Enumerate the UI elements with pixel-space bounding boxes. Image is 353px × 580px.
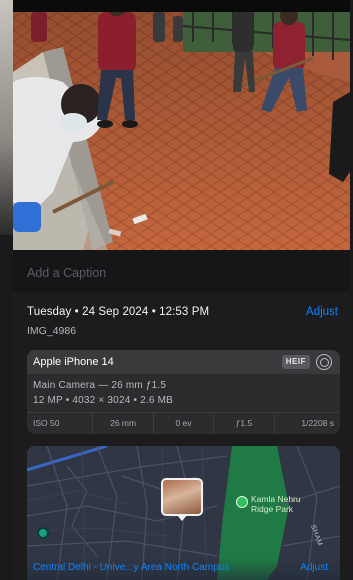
camera-lens-info: Main Camera — 26 mm ƒ1.5 [33, 380, 167, 391]
exif-aperture: ƒ1.5 [213, 413, 273, 434]
photo-location-thumbnail[interactable] [161, 478, 203, 521]
adjust-date-button[interactable]: Adjust [306, 306, 338, 318]
format-badge: HEIF [281, 355, 310, 369]
caption-input[interactable] [27, 264, 327, 282]
adjust-location-button[interactable]: Adjust [300, 562, 328, 573]
park-pin-icon [236, 496, 248, 508]
exif-exposure-bias: 0 ev [152, 413, 213, 434]
exif-iso: ISO 50 [33, 418, 60, 428]
location-pin-icon [37, 527, 49, 539]
previous-photo-edge[interactable] [0, 0, 13, 580]
exif-row: ISO 50 26 mm 0 ev ƒ1.5 1/2208 s [27, 412, 340, 434]
device-header: Apple iPhone 14 HEIF [27, 350, 340, 374]
device-name: Apple iPhone 14 [33, 356, 114, 368]
photo-info-panel: Tuesday • 24 Sep 2024 • 12:53 PM Adjust … [13, 294, 350, 580]
file-name: IMG_4986 [27, 325, 77, 337]
device-info-card: Apple iPhone 14 HEIF Main Camera — 26 mm… [27, 350, 340, 434]
date-time: Tuesday • 24 Sep 2024 • 12:53 PM [27, 306, 210, 318]
location-map[interactable]: Kamla Nehru Ridge Park SHAM Central Delh… [27, 446, 340, 580]
exif-shutter-speed: 1/2208 s [273, 413, 340, 434]
park-label: Kamla Nehru Ridge Park [251, 494, 301, 514]
location-name-link[interactable]: Central Delhi - Unive...y Area North Cam… [33, 562, 229, 573]
exif-focal-length: 26 mm [92, 413, 152, 434]
photo-preview[interactable] [13, 12, 350, 250]
lens-icon [316, 354, 332, 370]
map-footer: Central Delhi - Unive...y Area North Cam… [27, 558, 340, 580]
photo-scene [13, 12, 350, 250]
image-specs: 12 MP • 4032 × 3024 • 2.6 MB [33, 395, 174, 406]
caption-bar [13, 250, 350, 294]
